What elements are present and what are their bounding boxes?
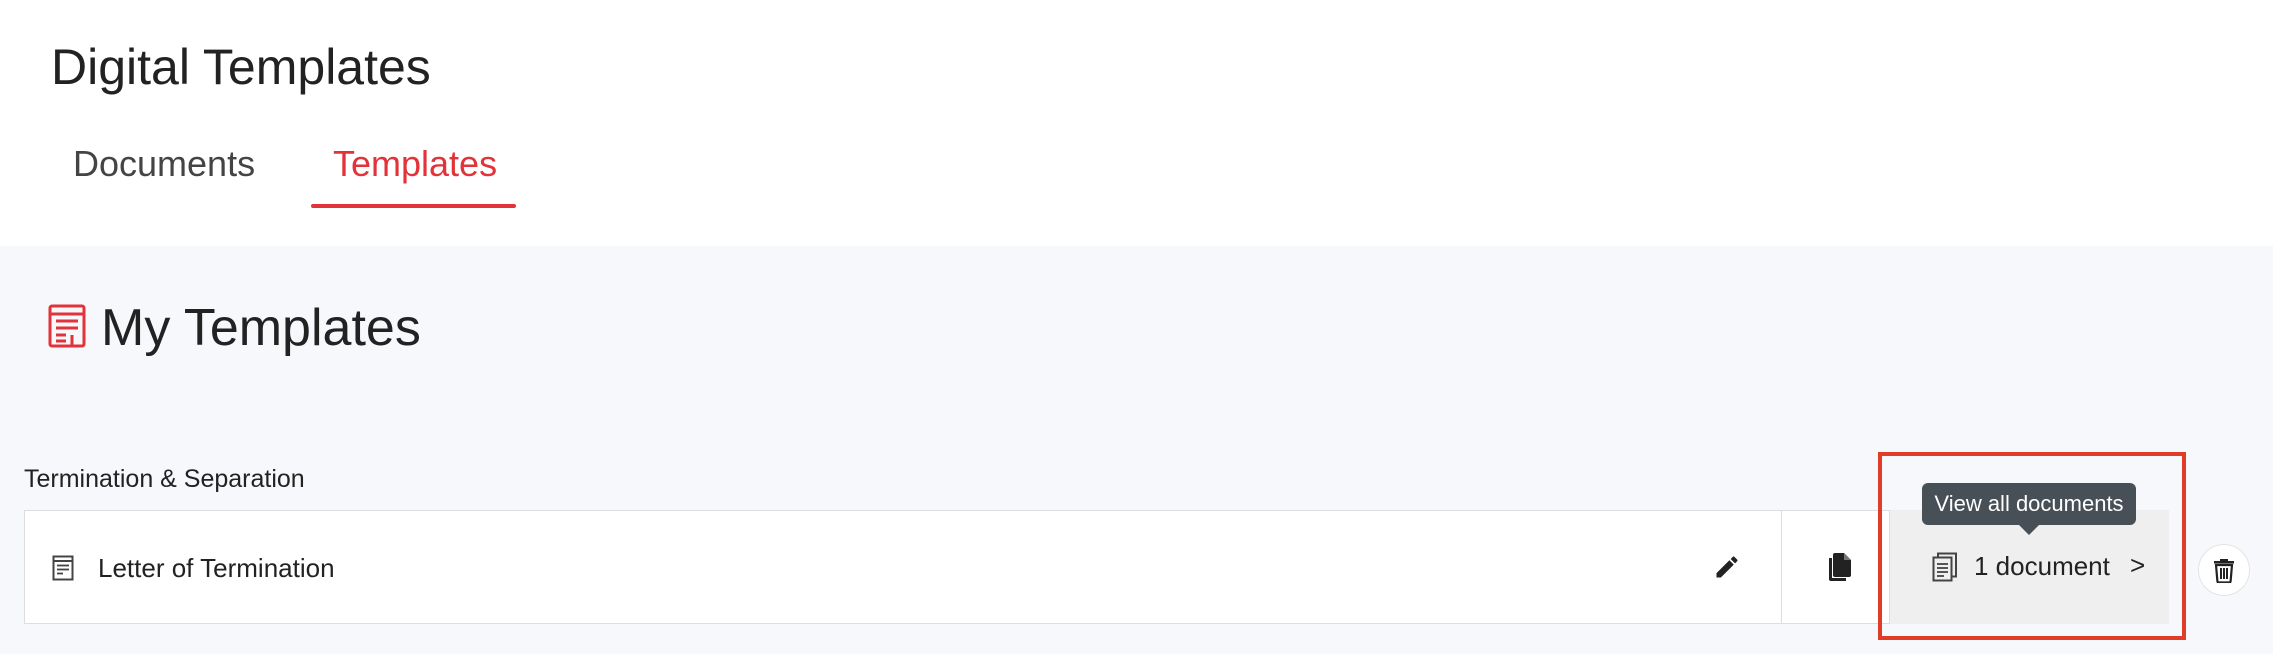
delete-button[interactable] [2198, 544, 2250, 596]
template-row[interactable]: Letter of Termination 1 document > [24, 510, 2169, 624]
copy-icon [1829, 553, 1851, 581]
duplicate-button[interactable] [1817, 545, 1861, 589]
document-count: 1 document [1974, 551, 2110, 581]
tab-documents[interactable]: Documents [73, 140, 255, 188]
section-title: My Templates [101, 299, 421, 357]
document-icon [52, 555, 74, 581]
documents-icon [1932, 552, 1957, 582]
pencil-icon [1716, 556, 1738, 578]
edit-button[interactable] [1705, 545, 1749, 589]
chevron-right-icon: > [2130, 550, 2146, 580]
category-label: Termination & Separation [24, 465, 305, 493]
page-title: Digital Templates [51, 39, 431, 95]
tab-templates[interactable]: Templates [333, 140, 497, 188]
template-name[interactable]: Letter of Termination [98, 551, 335, 585]
active-tab-indicator [311, 204, 516, 208]
view-documents-tooltip: View all documents [1922, 483, 2136, 525]
template-icon [48, 304, 86, 348]
page-header: Digital Templates Documents Templates [0, 0, 2273, 246]
trash-icon [2214, 559, 2234, 583]
row-divider [1781, 511, 1782, 623]
tooltip-arrow [2019, 525, 2039, 535]
